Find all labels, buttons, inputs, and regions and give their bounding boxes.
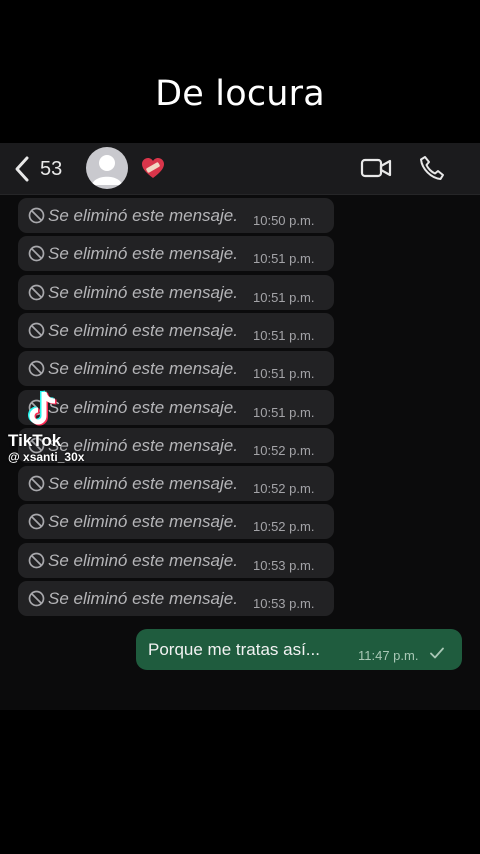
deleted-ban-icon	[28, 552, 45, 569]
message-time: 10:52 p.m.	[253, 442, 315, 458]
message-text: Se eliminó este mensaje.	[48, 474, 238, 494]
contact-avatar[interactable]	[86, 147, 128, 189]
deleted-ban-icon	[28, 360, 45, 377]
message-text: Se eliminó este mensaje.	[48, 550, 238, 570]
deleted-message[interactable]: Se eliminó este mensaje. 10:52 p.m.	[18, 466, 334, 502]
message-time: 10:51 p.m.	[253, 404, 315, 420]
deleted-ban-icon	[28, 475, 45, 492]
outgoing-message[interactable]: Porque me tratas así... 11:47 p.m.	[136, 629, 462, 670]
deleted-message[interactable]: Se eliminó este mensaje. 10:51 p.m.	[18, 351, 334, 387]
deleted-ban-icon	[28, 207, 45, 224]
message-time: 10:51 p.m.	[253, 289, 315, 305]
deleted-ban-icon	[28, 514, 45, 530]
tiktok-watermark: TikTok @ xsanti_30x	[8, 390, 108, 466]
video-call-icon[interactable]	[360, 156, 392, 180]
tiktok-brand: TikTok	[8, 431, 62, 450]
message-time: 10:52 p.m.	[253, 519, 315, 535]
message-time: 10:51 p.m.	[253, 327, 315, 343]
tiktok-username: @ xsanti_30x	[8, 450, 85, 464]
deleted-ban-icon	[28, 284, 45, 300]
message-text: Se eliminó este mensaje.	[48, 589, 238, 608]
deleted-message[interactable]: Se eliminó este mensaje. 10:50 p.m.	[18, 198, 334, 233]
message-time: 10:53 p.m.	[253, 596, 315, 611]
sent-check-icon	[430, 647, 444, 659]
deleted-message[interactable]: Se eliminó este mensaje. 10:51 p.m.	[18, 236, 334, 272]
message-text: Se eliminó este mensaje.	[48, 282, 238, 302]
default-avatar-icon	[92, 155, 122, 185]
deleted-message[interactable]: Se eliminó este mensaje. 10:51 p.m.	[18, 274, 334, 310]
deleted-message[interactable]: Se eliminó este mensaje. 10:53 p.m.	[18, 542, 334, 578]
message-text: Porque me tratas así...	[148, 640, 320, 659]
message-text: Se eliminó este mensaje.	[48, 359, 238, 379]
message-time: 10:52 p.m.	[253, 481, 315, 497]
deleted-ban-icon	[28, 245, 45, 262]
back-chevron-icon[interactable]	[12, 155, 32, 183]
message-text: Se eliminó este mensaje.	[48, 206, 238, 225]
deleted-message[interactable]: Se eliminó este mensaje. 10:51 p.m.	[18, 312, 334, 348]
message-time: 10:53 p.m.	[253, 557, 315, 573]
chat-header: 53	[0, 143, 480, 195]
message-time: 10:51 p.m.	[253, 366, 315, 382]
heart-with-bandage-icon	[142, 158, 164, 178]
message-text: Se eliminó este mensaje.	[48, 320, 238, 340]
deleted-ban-icon	[28, 590, 45, 607]
unread-count[interactable]: 53	[40, 158, 62, 181]
video-caption: De locura	[155, 74, 325, 114]
message-text: Se eliminó este mensaje.	[48, 244, 238, 264]
phone-call-icon[interactable]	[418, 154, 446, 182]
message-text: Se eliminó este mensaje.	[48, 512, 238, 532]
message-time: 10:50 p.m.	[253, 213, 315, 228]
message-time: 10:51 p.m.	[253, 251, 315, 267]
deleted-message[interactable]: Se eliminó este mensaje. 10:52 p.m.	[18, 504, 334, 540]
message-time: 11:47 p.m.	[358, 648, 419, 663]
deleted-ban-icon	[28, 322, 45, 339]
deleted-message[interactable]: Se eliminó este mensaje. 10:53 p.m.	[18, 581, 334, 616]
tiktok-logo-icon	[28, 390, 57, 426]
